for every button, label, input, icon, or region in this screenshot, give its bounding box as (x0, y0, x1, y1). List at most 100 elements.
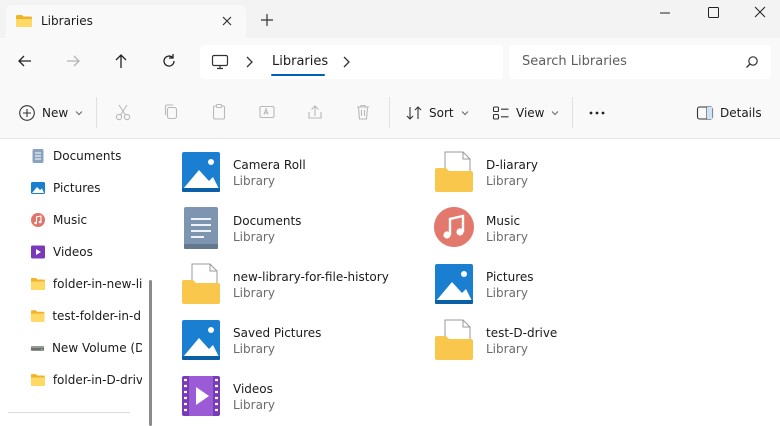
documents-icon (32, 149, 44, 163)
library-name: Camera Roll (233, 158, 306, 172)
sidebar-item-folder[interactable]: folder-in-D-driv (30, 369, 142, 391)
details-button[interactable]: Details (696, 102, 762, 124)
sidebar-item-folder[interactable]: folder-in-new-li (30, 273, 142, 295)
command-bar: New Sort View Details (0, 85, 780, 139)
forward-arrow-icon[interactable] (64, 52, 82, 70)
sidebar-item-label: Music (53, 213, 88, 227)
library-type: Library (233, 230, 275, 244)
view-label: View (516, 106, 545, 120)
view-list-icon (492, 106, 509, 120)
folder-icon (30, 374, 45, 386)
library-item[interactable]: Videos Library (180, 374, 420, 422)
share-icon[interactable] (305, 102, 325, 122)
sidebar-item-pictures[interactable]: Pictures (30, 177, 163, 199)
library-item[interactable]: D-liarary Library (433, 150, 673, 198)
library-name: new-library-for-file-history (233, 270, 389, 284)
sidebar-item-drive[interactable]: New Volume (D: (30, 337, 142, 359)
chevron-down-icon (75, 111, 83, 116)
library-name: Music (486, 214, 521, 228)
sort-icon (406, 106, 422, 120)
library-item[interactable]: Music Library (433, 206, 673, 254)
add-tab-icon[interactable] (259, 12, 275, 28)
address-bar[interactable]: Libraries (200, 45, 503, 79)
folder-library-icon (182, 263, 220, 304)
divider (572, 97, 573, 128)
chevron-right-icon[interactable] (244, 55, 254, 69)
sidebar-item-folder[interactable]: test-folder-in-dr (30, 305, 142, 327)
sidebar-item-documents[interactable]: Documents (30, 145, 163, 167)
library-item[interactable]: Saved Pictures Library (180, 318, 420, 366)
breadcrumb-libraries[interactable]: Libraries (272, 54, 328, 69)
library-name: Documents (233, 214, 302, 228)
pictures-library-icon (182, 152, 220, 192)
chevron-right-icon[interactable] (341, 55, 351, 69)
sort-button[interactable]: Sort (405, 102, 469, 124)
divider (96, 97, 97, 128)
pictures-library-icon (182, 320, 220, 360)
close-icon[interactable] (219, 13, 235, 29)
sidebar-item-label: folder-in-D-driv (52, 373, 142, 387)
view-button[interactable]: View (492, 102, 559, 124)
breadcrumb-underline (271, 74, 325, 76)
libraries-view: Camera Roll Library D-liarary Library Do… (156, 140, 780, 426)
videos-icon (31, 245, 45, 259)
scrollbar-thumb[interactable] (149, 280, 152, 426)
library-name: Saved Pictures (233, 326, 322, 340)
sidebar-item-music[interactable]: Music (30, 209, 163, 231)
folder-library-icon (435, 319, 473, 360)
library-item[interactable]: Camera Roll Library (180, 150, 420, 198)
new-button[interactable]: New (18, 102, 83, 124)
library-name: test-D-drive (486, 326, 558, 340)
library-item[interactable]: test-D-drive Library (433, 318, 673, 366)
copy-icon[interactable] (161, 102, 181, 122)
sidebar-item-label: folder-in-new-li (52, 277, 142, 291)
chevron-down-icon (461, 111, 468, 116)
library-type: Library (486, 174, 528, 188)
more-options-button[interactable] (588, 102, 606, 124)
add-circle-icon (19, 105, 35, 121)
computer-icon[interactable] (211, 54, 229, 70)
library-item[interactable]: new-library-for-file-history Library (180, 262, 420, 310)
sidebar-item-videos[interactable]: Videos (30, 241, 163, 263)
cut-icon[interactable] (113, 102, 133, 122)
drive-icon (30, 346, 45, 351)
back-arrow-icon[interactable] (16, 52, 34, 70)
library-type: Library (486, 342, 528, 356)
title-bar: Libraries (0, 0, 780, 38)
delete-icon[interactable] (353, 102, 373, 122)
folder-icon (30, 310, 45, 322)
library-name: D-liarary (486, 158, 538, 172)
up-arrow-icon[interactable] (112, 52, 130, 70)
address-row: Libraries Search Libraries (0, 38, 780, 85)
music-icon (31, 213, 45, 227)
search-input[interactable]: Search Libraries (509, 45, 771, 79)
documents-library-icon (184, 207, 218, 249)
library-type: Library (233, 286, 275, 300)
minimize-icon[interactable] (654, 4, 676, 22)
videos-library-icon (182, 376, 220, 416)
search-icon[interactable] (745, 55, 759, 69)
pictures-icon (31, 182, 45, 194)
chevron-down-icon (552, 111, 559, 116)
window-close-icon[interactable] (749, 4, 771, 22)
paste-icon[interactable] (209, 102, 229, 122)
tab-libraries[interactable]: Libraries (6, 5, 246, 38)
music-library-icon (434, 207, 474, 247)
library-item[interactable]: Pictures Library (433, 262, 673, 310)
sidebar-item-label: Documents (53, 149, 122, 163)
library-item[interactable]: Documents Library (180, 206, 420, 254)
tab-title: Libraries (41, 14, 93, 28)
maximize-icon[interactable] (702, 4, 724, 22)
sidebar-item-label: New Volume (D: (51, 341, 142, 355)
library-name: Videos (233, 382, 273, 396)
library-type: Library (233, 342, 275, 356)
library-name: Pictures (486, 270, 534, 284)
refresh-icon[interactable] (160, 52, 178, 70)
pictures-library-icon (435, 264, 473, 304)
details-label: Details (720, 106, 762, 120)
details-pane-icon (696, 106, 714, 120)
rename-icon[interactable] (257, 102, 277, 122)
sidebar-scrollbar[interactable] (146, 139, 156, 426)
folder-icon (16, 15, 32, 27)
navigation-pane: Documents Pictures Music Videos folder-i… (0, 139, 163, 426)
